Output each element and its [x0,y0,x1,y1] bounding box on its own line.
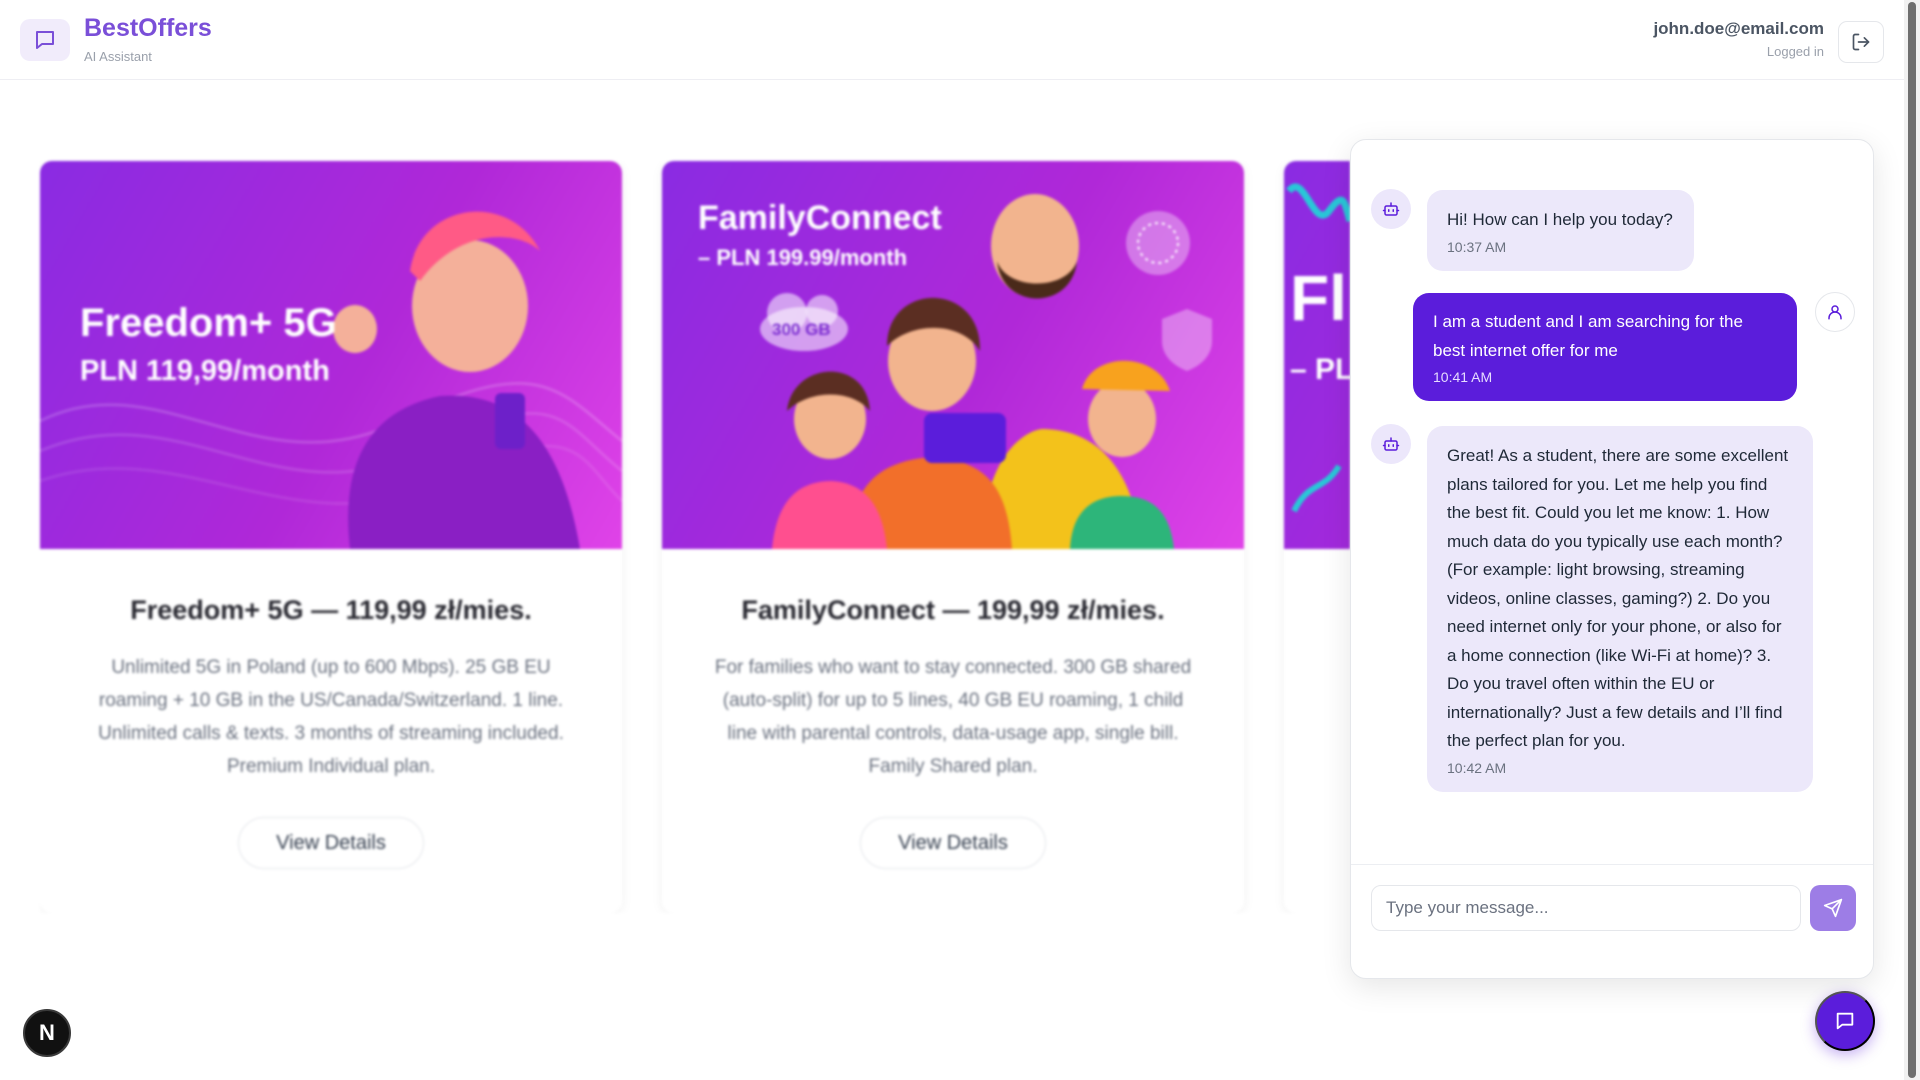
message-text: Great! As a student, there are some exce… [1447,446,1789,750]
offer-image-price: – PLN 199.99/month [698,245,908,270]
offer-image-price: PLN 119,99/month [80,355,330,387]
view-details-button[interactable]: View Details [238,817,424,869]
offer-cards: Freedom+ 5G PLN 119,99/month Freedom+ 5G… [40,161,1350,913]
offer-card-familyconnect: FamilyConnect – PLN 199.99/month 300 GB … [662,161,1244,913]
offer-image-title: FamilyConnect [698,199,942,237]
send-icon [1823,898,1843,918]
offer-image: FamilyConnect – PLN 199.99/month 300 GB [662,161,1244,549]
chat-bubble-icon [1836,1012,1854,1030]
user-icon [1828,305,1842,320]
page-scrollbar[interactable] [1904,0,1920,1080]
top-header: BestOffers AI Assistant john.doe@email.c… [0,0,1904,80]
logout-icon [1852,33,1870,51]
offer-card-partial: Fl – PL [1284,161,1350,913]
robot-icon [1382,437,1400,451]
offer-title: FamilyConnect — 199,99 zł/mies. [741,595,1165,625]
offer-image-title: Freedom+ 5G [80,301,337,345]
user-email: john.doe@email.com [1653,19,1824,38]
view-details-button[interactable]: View Details [860,817,1046,869]
bot-avatar [1371,189,1411,229]
message-time: 10:41 AM [1433,369,1493,385]
dev-tools-badge[interactable]: N [23,1009,71,1057]
chat-bubble-icon [36,31,54,49]
chat-message-user: I am a student and I am searching for th… [1413,293,1797,401]
send-button[interactable] [1810,885,1856,931]
chat-message-bot: Great! As a student, there are some exce… [1427,426,1813,792]
chat-divider [1351,864,1873,865]
offer-description: Unlimited 5G in Poland (up to 600 Mbps).… [98,657,564,777]
scrollbar-thumb[interactable] [1908,2,1916,1078]
robot-icon [1382,202,1400,216]
login-status: Logged in [1766,44,1824,59]
user-avatar [1815,292,1855,332]
offer-title: Freedom+ 5G — 119,99 zł/mies. [130,595,532,625]
offer-card-freedom: Freedom+ 5G PLN 119,99/month Freedom+ 5G… [40,161,622,913]
offer-image: Fl – PL [1284,161,1350,549]
message-text: Hi! How can I help you today? [1447,210,1673,229]
offer-image: Freedom+ 5G PLN 119,99/month [40,161,622,549]
chat-toggle-button[interactable] [1815,991,1875,1051]
offer-image-price: – PL [1290,353,1350,386]
message-input[interactable] [1371,885,1801,931]
brand-name: BestOffers [84,14,212,42]
offer-description: For families who want to stay connected.… [714,657,1192,777]
brand-subtitle: AI Assistant [84,49,152,64]
brand-logo[interactable] [20,19,70,61]
message-text: I am a student and I am searching for th… [1433,312,1743,360]
chat-message-bot: Hi! How can I help you today? 10:37 AM [1427,190,1694,271]
logout-button[interactable] [1838,21,1884,63]
message-time: 10:37 AM [1447,238,1507,255]
chat-panel: Hi! How can I help you today? 10:37 AM I… [1350,139,1874,979]
offer-image-badge: 300 GB [772,320,831,339]
offer-image-title: Fl [1290,262,1347,334]
bot-avatar [1371,424,1411,464]
message-time: 10:42 AM [1447,759,1507,776]
